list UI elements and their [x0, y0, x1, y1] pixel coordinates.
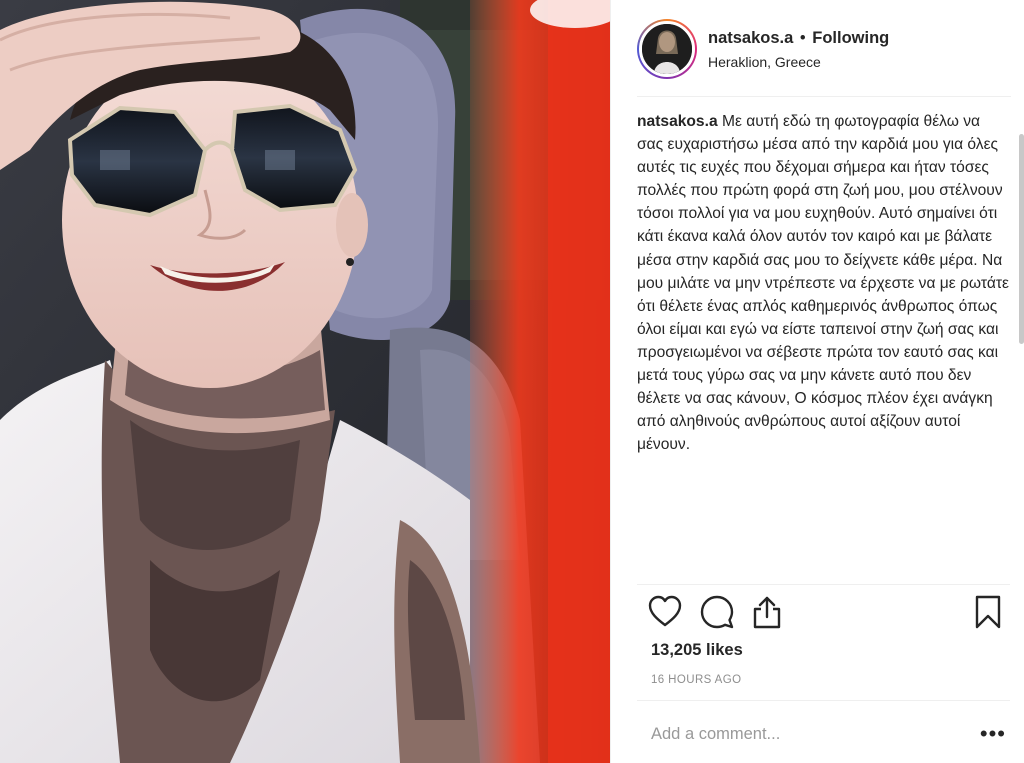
avatar-image	[642, 23, 692, 74]
bookmark-icon	[975, 595, 1001, 629]
action-bar	[637, 594, 1010, 634]
add-comment-input[interactable]	[651, 724, 970, 744]
instagram-post: natsakos.a • Following Heraklion, Greece…	[0, 0, 1024, 763]
avatar-story-ring[interactable]	[637, 18, 697, 79]
post-photo[interactable]	[0, 0, 610, 763]
likes-count[interactable]: 13,205 likes	[651, 641, 743, 660]
share-upload-icon	[753, 596, 781, 629]
header-username-link[interactable]: natsakos.a	[708, 29, 793, 47]
post-details-panel: natsakos.a • Following Heraklion, Greece…	[610, 0, 1024, 763]
header-separator: •	[799, 28, 806, 47]
selfie-image	[0, 0, 610, 763]
add-comment-row: •••	[651, 712, 1010, 756]
caption-username-link[interactable]: natsakos.a	[637, 113, 718, 130]
divider	[637, 700, 1010, 701]
caption-scrollbar[interactable]	[1019, 104, 1024, 584]
heart-outline-icon	[648, 595, 682, 627]
header-text: natsakos.a • Following Heraklion, Greece	[708, 28, 889, 70]
header-line: natsakos.a • Following	[708, 28, 889, 49]
post-caption: natsakos.a Με αυτή εδώ τη φωτογραφία θέλ…	[637, 110, 1009, 456]
post-header: natsakos.a • Following Heraklion, Greece	[611, 0, 1024, 97]
more-options-button[interactable]: •••	[970, 723, 1010, 745]
share-button[interactable]	[749, 594, 789, 634]
scrollbar-thumb[interactable]	[1019, 134, 1024, 344]
divider	[637, 584, 1010, 585]
caption-text: Με αυτή εδώ τη φωτογραφία θέλω να σας ευ…	[637, 113, 1009, 454]
avatar[interactable]	[639, 20, 695, 77]
following-button[interactable]: Following	[812, 29, 889, 47]
post-timestamp[interactable]: 16 HOURS AGO	[651, 674, 741, 686]
like-button[interactable]	[647, 594, 687, 634]
speech-bubble-icon	[700, 595, 734, 629]
location-link[interactable]: Heraklion, Greece	[708, 54, 889, 70]
comment-button[interactable]	[699, 594, 739, 634]
save-button[interactable]	[970, 594, 1010, 634]
